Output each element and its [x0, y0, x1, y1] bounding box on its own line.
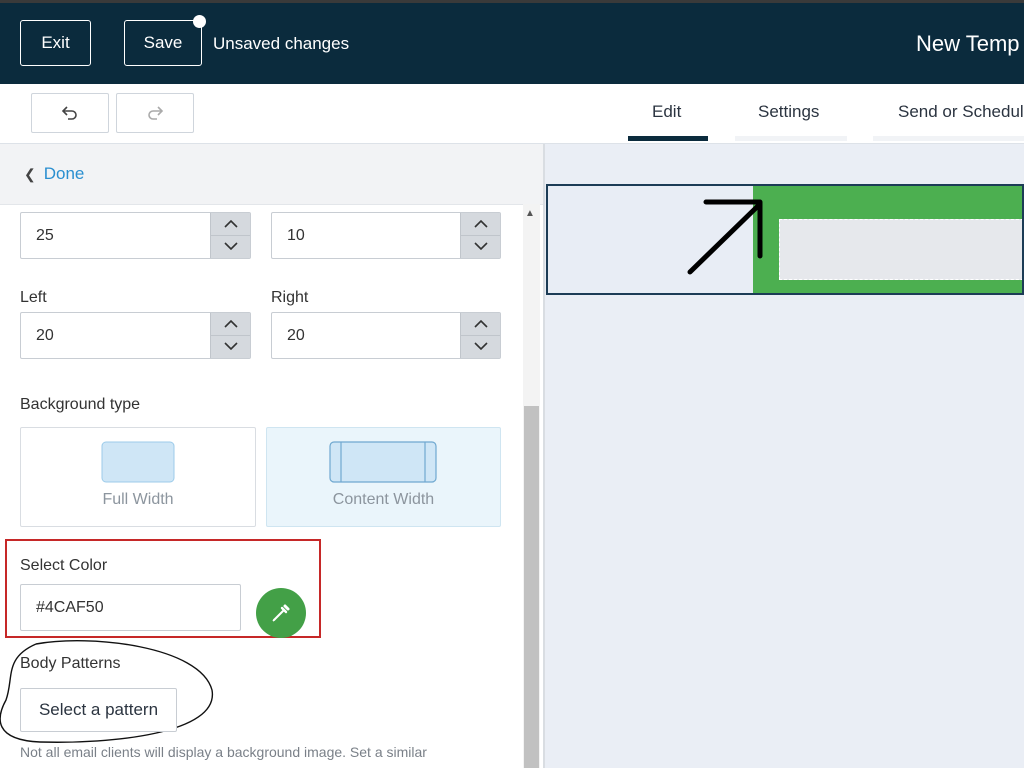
padding-top-stepper[interactable]: [210, 213, 250, 258]
content-width-icon: [329, 441, 437, 483]
padding-bottom-value: 10: [287, 227, 305, 244]
active-tab-indicator: [628, 136, 708, 141]
select-color-label: Select Color: [20, 557, 108, 574]
tab-indicator-send: [873, 136, 1024, 141]
redo-icon: [148, 106, 164, 120]
exit-button[interactable]: Exit: [20, 20, 91, 66]
undo-icon: [61, 106, 77, 120]
body-patterns-label: Body Patterns: [20, 655, 121, 672]
eyedropper-icon: [272, 604, 290, 622]
stepper-down-button[interactable]: [461, 335, 500, 357]
padding-top-field[interactable]: 25: [20, 212, 251, 259]
padding-right-field[interactable]: 20: [271, 312, 501, 359]
chevron-left-icon: ❮: [24, 166, 36, 182]
stepper-up-button[interactable]: [211, 313, 250, 336]
chevron-up-icon: [473, 320, 488, 328]
padding-right-label: Right: [271, 289, 309, 306]
padding-left-label: Left: [20, 289, 47, 306]
chevron-up-icon: [473, 220, 488, 228]
padding-bottom-stepper[interactable]: [460, 213, 500, 258]
template-title: New Temp: [916, 31, 1020, 56]
padding-left-stepper[interactable]: [210, 313, 250, 358]
stepper-down-button[interactable]: [211, 235, 250, 257]
full-width-icon: [101, 441, 175, 483]
done-bar: ❮ Done: [0, 144, 543, 205]
redo-button[interactable]: [116, 93, 194, 133]
stepper-up-button[interactable]: [211, 213, 250, 236]
padding-left-value: 20: [36, 327, 54, 344]
padding-left-field[interactable]: 20: [20, 312, 251, 359]
chevron-down-icon: [473, 242, 488, 250]
selected-section-row[interactable]: [546, 184, 1024, 295]
content-placeholder[interactable]: [777, 217, 1022, 282]
tab-send-or-schedule[interactable]: Send or Schedul: [898, 102, 1024, 122]
chevron-down-icon: [223, 242, 238, 250]
full-width-label: Full Width: [102, 491, 174, 508]
panel-scrollbar-thumb[interactable]: [524, 406, 539, 768]
undo-button[interactable]: [31, 93, 109, 133]
padding-right-value: 20: [287, 327, 305, 344]
stepper-up-button[interactable]: [461, 313, 500, 336]
save-button[interactable]: Save: [124, 20, 202, 66]
tab-edit[interactable]: Edit: [652, 102, 681, 122]
background-option-full-width[interactable]: Full Width: [20, 427, 256, 527]
panel-divider: [543, 144, 545, 768]
arrow-annotation-icon: [687, 199, 763, 275]
color-hex-value: #4CAF50: [36, 599, 104, 616]
content-width-label: Content Width: [332, 491, 435, 508]
select-pattern-button[interactable]: Select a pattern: [20, 688, 177, 732]
editor-toolbar: Edit Settings Send or Schedul: [0, 84, 1024, 144]
color-picker-button[interactable]: [256, 588, 306, 638]
background-type-label: Background type: [20, 396, 141, 413]
padding-bottom-field[interactable]: 10: [271, 212, 501, 259]
chevron-down-icon: [473, 342, 488, 350]
unsaved-changes-text: Unsaved changes: [213, 34, 350, 53]
chevron-up-icon: [223, 220, 238, 228]
stepper-down-button[interactable]: [211, 335, 250, 357]
stepper-down-button[interactable]: [461, 235, 500, 257]
background-option-content-width[interactable]: Content Width: [266, 427, 501, 527]
tab-indicator-settings: [735, 136, 847, 141]
done-button[interactable]: ❮ Done: [24, 164, 84, 184]
settings-panel: ❮ Done 25 10 Left Right 20 20 Background…: [0, 144, 543, 768]
done-label: Done: [43, 164, 85, 183]
window-edge: [0, 0, 1024, 3]
unsaved-indicator-dot: [193, 15, 206, 28]
chevron-down-icon: [223, 342, 238, 350]
tab-settings[interactable]: Settings: [758, 102, 819, 122]
chevron-up-icon: [223, 320, 238, 328]
color-hex-input[interactable]: #4CAF50: [20, 584, 241, 631]
padding-top-value: 25: [36, 227, 54, 244]
stepper-up-button[interactable]: [461, 213, 500, 236]
scroll-up-arrow-icon[interactable]: ▲: [525, 208, 535, 219]
padding-right-stepper[interactable]: [460, 313, 500, 358]
body-patterns-hint: Not all email clients will display a bac…: [20, 744, 427, 760]
